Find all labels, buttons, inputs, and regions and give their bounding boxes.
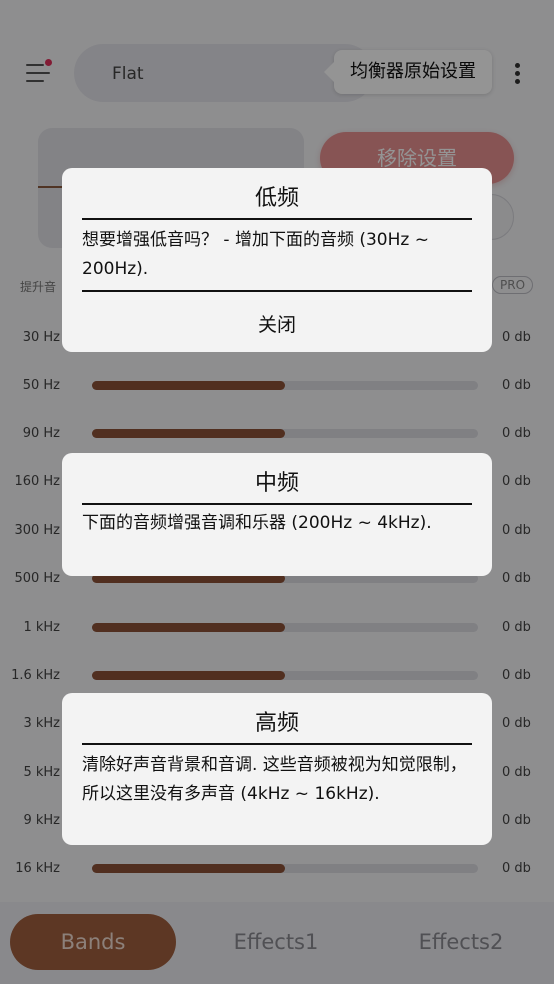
card-body: 清除好声音背景和音调. 这些音频被视为知觉限制，所以这里没有多声音 (4kHz … [82, 755, 467, 804]
divider [82, 290, 472, 292]
high-frequency-card: 高频 清除好声音背景和音调. 这些音频被视为知觉限制，所以这里没有多声音 (4k… [62, 693, 492, 845]
card-title: 中频 [254, 471, 299, 496]
card-title: 低频 [254, 186, 299, 211]
mid-frequency-card: 中频 下面的音频增强音调和乐器 (200Hz ~ 4kHz). [62, 453, 492, 576]
card-body: 下面的音频增强音调和乐器 (200Hz ~ 4kHz). [82, 513, 432, 533]
divider [82, 218, 472, 220]
card-body: 想要增强低音吗？ - 增加下面的音频 (30Hz ~ 200Hz). [82, 230, 429, 279]
divider [82, 743, 472, 745]
divider [82, 503, 472, 505]
close-button[interactable]: 关闭 [82, 310, 472, 337]
low-frequency-card: 低频 想要增强低音吗？ - 增加下面的音频 (30Hz ~ 200Hz). 关闭 [62, 168, 492, 352]
card-title: 高频 [254, 711, 299, 736]
